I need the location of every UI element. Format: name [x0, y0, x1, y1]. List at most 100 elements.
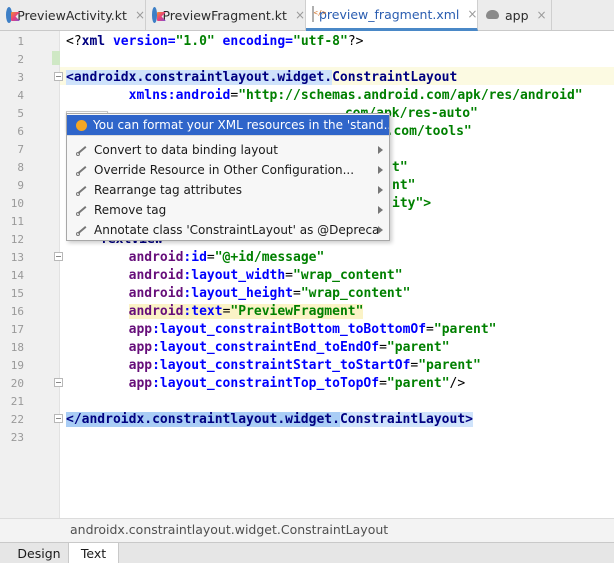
code-line-13[interactable]: android:id="@+id/message"	[66, 249, 325, 267]
menu-item-format-xml[interactable]: You can format your XML resources in the…	[67, 115, 389, 135]
wrench-icon	[76, 184, 88, 196]
menu-item-remove-tag[interactable]: Remove tag	[67, 200, 389, 220]
equals-sign: =	[285, 268, 293, 283]
code-line-17[interactable]: app:layout_constraintBottom_toBottomOf="…	[66, 321, 497, 339]
menu-item-label: Convert to data binding layout	[94, 143, 278, 157]
line-number: 14	[10, 269, 24, 282]
code-line-18[interactable]: app:layout_constraintEnd_toEndOf="parent…	[66, 339, 450, 357]
attr-name: :layout_constraintStart_toStartOf	[152, 358, 411, 373]
attr-value: "utf-8"	[293, 34, 348, 49]
change-marker	[52, 51, 60, 65]
attr-value: "parent"	[386, 376, 450, 391]
attr-value: "http://schemas.android.com/apk/res/andr…	[238, 88, 583, 103]
tag-name-class: ConstraintLayout	[339, 412, 466, 427]
menu-item-override-resource[interactable]: Override Resource in Other Configuration…	[67, 160, 389, 180]
line-number: 20	[10, 377, 24, 390]
tab-app[interactable]: app ×	[478, 0, 552, 30]
attr-encoding: encoding=	[214, 34, 294, 49]
menu-item-label: Remove tag	[94, 203, 167, 217]
attr-namespace: app	[128, 340, 153, 355]
chevron-right-icon	[378, 206, 383, 214]
line-number: 21	[10, 395, 24, 408]
breadcrumb-bar: androidx.constraintlayout.widget.Constra…	[0, 518, 614, 542]
line-number-gutter[interactable]: 1 2 3 4 5 6 7 8 9 10 11 12 13 14 15 16 1…	[0, 31, 63, 518]
attr-value: "parent"	[386, 340, 450, 355]
fold-collapse-icon[interactable]	[54, 252, 63, 261]
attr-name: :layout_height	[183, 286, 293, 301]
line-number: 22	[10, 413, 24, 426]
close-icon[interactable]: ×	[537, 9, 547, 21]
wrench-icon	[76, 164, 88, 176]
close-icon[interactable]: ×	[467, 8, 477, 20]
attr-name: :layout_constraintBottom_toBottomOf	[152, 322, 427, 337]
attr-name: :layout_width	[183, 268, 286, 283]
code-line-20[interactable]: app:layout_constraintTop_toTopOf="parent…	[66, 375, 466, 393]
code-editor[interactable]: 1 2 3 4 5 6 7 8 9 10 11 12 13 14 15 16 1…	[0, 31, 614, 518]
menu-item-label: You can format your XML resources in the…	[93, 118, 389, 132]
line-number: 8	[17, 161, 24, 174]
close-icon[interactable]: ×	[135, 9, 145, 21]
line-number: 16	[10, 305, 24, 318]
attr-namespace: android	[128, 250, 184, 265]
code-line-3[interactable]: <androidx.constraintlayout.widget.Constr…	[66, 69, 457, 87]
attr-value-fragment: nt"	[392, 178, 416, 193]
close-icon[interactable]: ×	[295, 9, 305, 21]
code-line-10-fragment[interactable]: ity">	[392, 195, 431, 213]
line-number: 12	[10, 233, 24, 246]
code-line-19[interactable]: app:layout_constraintStart_toStartOf="pa…	[66, 357, 481, 375]
attr-namespace: app	[128, 376, 153, 391]
line-number: 9	[17, 179, 24, 192]
chevron-right-icon	[378, 226, 383, 234]
tab-preview-activity[interactable]: PreviewActivity.kt ×	[0, 0, 146, 30]
tab-text[interactable]: Text	[68, 543, 119, 563]
attr-value: "@+id/message"	[214, 250, 325, 265]
attr-value: "parent"	[433, 322, 497, 337]
fold-collapse-icon[interactable]	[54, 378, 63, 387]
attr-value: "1.0"	[175, 34, 215, 49]
menu-separator	[67, 135, 389, 136]
code-line-8-fragment[interactable]: t"	[392, 159, 408, 177]
menu-item-rearrange-attributes[interactable]: Rearrange tag attributes	[67, 180, 389, 200]
xml-decl-name: xml	[81, 34, 106, 49]
line-number: 23	[10, 431, 24, 444]
intention-actions-menu[interactable]: You can format your XML resources in the…	[66, 113, 390, 241]
menu-item-annotate-deprecated[interactable]: Annotate class 'ConstraintLayout' as @De…	[67, 220, 389, 240]
breadcrumb[interactable]: androidx.constraintlayout.widget.Constra…	[70, 522, 388, 537]
xml-file-icon	[312, 6, 327, 22]
code-line-16[interactable]: android:text="PreviewFragment"	[66, 303, 364, 321]
line-number: 11	[10, 215, 24, 228]
line-number: 1	[17, 35, 24, 48]
code-line-15[interactable]: android:layout_height="wrap_content"	[66, 285, 411, 303]
kotlin-file-icon	[6, 7, 13, 23]
editor-tab-bar: PreviewActivity.kt × PreviewFragment.kt …	[0, 0, 614, 31]
line-number: 2	[17, 53, 24, 66]
fold-collapse-icon[interactable]	[54, 414, 63, 423]
wrench-icon	[76, 204, 88, 216]
xmlns-prefix: xmlns:	[128, 88, 176, 103]
attr-name: :text	[183, 304, 223, 319]
tab-label: PreviewActivity.kt	[17, 7, 127, 23]
code-line-22[interactable]: </androidx.constraintlayout.widget.Const…	[66, 411, 473, 429]
fold-collapse-icon[interactable]	[54, 72, 63, 81]
attr-name: :layout_constraintTop_toTopOf	[152, 376, 380, 391]
tab-design[interactable]: Design	[10, 543, 68, 563]
menu-item-convert-data-binding[interactable]: Convert to data binding layout	[67, 140, 389, 160]
attr-namespace: app	[128, 322, 153, 337]
line-number: 3	[17, 71, 24, 84]
chevron-right-icon	[378, 166, 383, 174]
tab-preview-fragment-xml[interactable]: preview_fragment.xml ×	[306, 0, 478, 31]
tag-self-close: />	[449, 376, 466, 391]
code-line-1[interactable]: <?xml version="1.0" encoding="utf-8"?>	[66, 33, 363, 51]
tab-preview-fragment-kt[interactable]: PreviewFragment.kt ×	[146, 0, 306, 30]
menu-item-label: Override Resource in Other Configuration…	[94, 163, 355, 177]
module-icon	[484, 7, 500, 23]
xmlns-name: android	[175, 88, 231, 103]
equals-sign: =	[379, 376, 387, 391]
tag-name: androidx.constraintlayout.widget.	[81, 412, 340, 427]
xml-decl-close: ?>	[347, 34, 364, 49]
kotlin-file-icon	[152, 7, 158, 23]
code-line-4[interactable]: xmlns:android="http://schemas.android.co…	[66, 87, 583, 105]
code-line-9-fragment[interactable]: nt"	[392, 177, 415, 195]
code-line-14[interactable]: android:layout_width="wrap_content"	[66, 267, 403, 285]
attr-namespace: android	[128, 286, 184, 301]
